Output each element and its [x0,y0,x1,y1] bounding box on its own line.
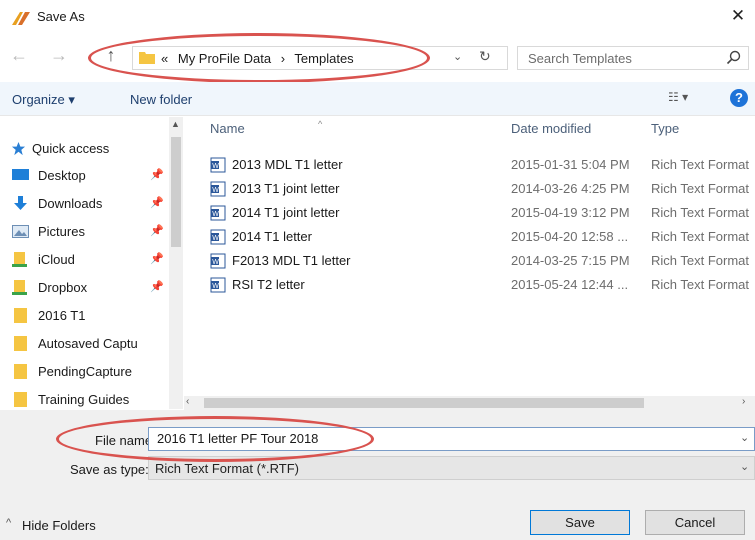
save-as-type-label: Save as type: [70,462,149,477]
view-options-button[interactable]: ☷ ▾ [668,90,708,108]
column-header-name[interactable]: Name ^ [210,119,322,136]
hide-folders-button[interactable]: Hide Folders [22,518,96,533]
file-list: Name ^ Date modified Type W 2013 MDL T1 … [184,117,755,409]
scroll-right-icon[interactable]: › [742,396,745,407]
close-icon[interactable]: ✕ [726,4,750,28]
word-document-icon: W [210,277,226,293]
annotation-oval-address [88,33,430,83]
pin-icon[interactable]: 📌 [150,280,164,293]
scroll-up-icon[interactable]: ▲ [171,119,180,129]
folder-icon [14,392,27,407]
sidebar-scrollbar[interactable]: ▲ [169,117,183,409]
chevron-down-icon[interactable]: ⌄ [740,460,749,473]
word-document-icon: W [210,157,226,173]
svg-text:W: W [212,283,219,290]
word-document-icon: W [210,229,226,245]
svg-text:W: W [212,163,219,170]
table-row[interactable]: W 2014 T1 letter 2015-04-20 12:58 ... Ri… [184,225,755,249]
navigation-pane: Quick access Desktop 📌 Downloads 📌 Pictu… [0,117,183,409]
scrollbar-thumb[interactable] [204,398,644,408]
folder-download-icon [12,252,27,267]
search-input[interactable]: Search Templates [517,46,749,70]
pin-icon[interactable]: 📌 [150,196,164,209]
word-document-icon: W [210,205,226,221]
table-row[interactable]: W 2014 T1 joint letter 2015-04-19 3:12 P… [184,201,755,225]
star-icon [11,141,26,156]
annotation-oval-file-name [56,416,374,462]
cancel-button[interactable]: Cancel [645,510,745,535]
search-placeholder: Search Templates [528,51,632,66]
folder-download-icon [12,280,27,295]
title-bar [0,0,755,34]
refresh-icon[interactable]: ↻ [479,48,491,65]
forward-button[interactable]: → [48,44,70,66]
pin-icon[interactable]: 📌 [150,168,164,181]
window-title: Save As [37,9,85,24]
search-icon [726,50,741,65]
chevron-up-icon[interactable]: ^ [6,517,11,529]
sort-ascending-icon: ^ [318,119,323,129]
svg-text:W: W [212,187,219,194]
table-row[interactable]: W 2013 MDL T1 letter 2015-01-31 5:04 PM … [184,153,755,177]
app-logo-icon [12,12,30,25]
table-row[interactable]: W F2013 MDL T1 letter 2014-03-25 7:15 PM… [184,249,755,273]
scrollbar-thumb[interactable] [171,137,181,247]
file-list-scrollbar[interactable]: ‹ › [184,396,755,410]
svg-text:W: W [212,211,219,218]
folder-icon [14,336,27,351]
svg-text:W: W [212,235,219,242]
save-button[interactable]: Save [530,510,630,535]
desktop-icon [12,169,29,180]
new-folder-button[interactable]: New folder [130,92,192,107]
scroll-left-icon[interactable]: ‹ [186,396,189,407]
back-button[interactable]: ← [8,44,30,66]
table-row[interactable]: W 2013 T1 joint letter 2014-03-26 4:25 P… [184,177,755,201]
pin-icon[interactable]: 📌 [150,252,164,265]
command-bar [0,82,755,116]
organize-button[interactable]: Organize ▾ [12,92,75,108]
column-header-type[interactable]: Type [651,121,679,136]
svg-text:W: W [212,259,219,266]
folder-icon [14,364,27,379]
pictures-icon [12,225,29,238]
chevron-down-icon[interactable]: ⌄ [453,50,462,63]
column-header-date-modified[interactable]: Date modified [511,121,591,136]
word-document-icon: W [210,253,226,269]
word-document-icon: W [210,181,226,197]
folder-icon [14,308,27,323]
download-icon [14,196,27,210]
help-icon[interactable]: ? [730,89,748,107]
pin-icon[interactable]: 📌 [150,224,164,237]
chevron-down-icon[interactable]: ⌄ [740,431,749,444]
table-row[interactable]: W RSI T2 letter 2015-05-24 12:44 ... Ric… [184,273,755,297]
